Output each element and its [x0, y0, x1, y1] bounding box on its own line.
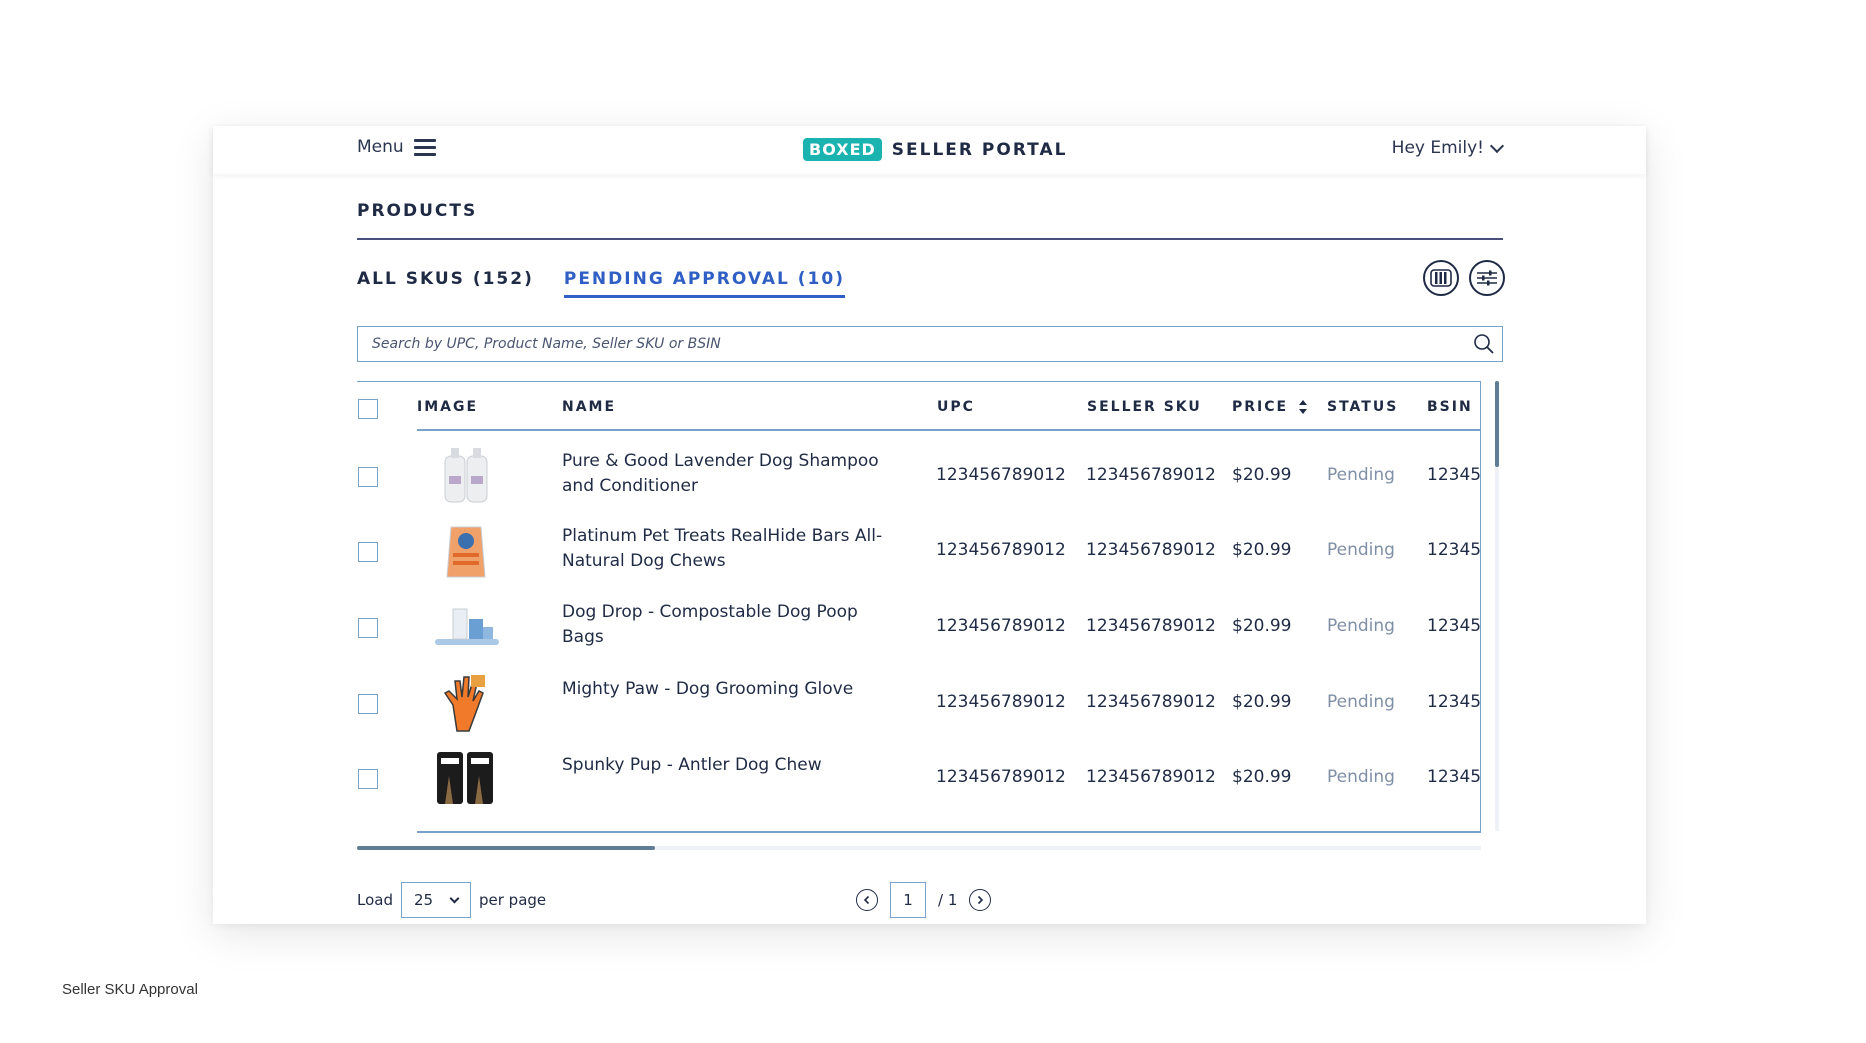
user-menu[interactable]: Hey Emily! [1391, 138, 1505, 158]
row-checkbox[interactable] [358, 542, 378, 562]
vertical-scrollbar[interactable] [1495, 381, 1499, 467]
search-input[interactable] [358, 327, 1466, 361]
price-value: $20.99 [1232, 540, 1292, 560]
price-value: $20.99 [1232, 465, 1292, 485]
upc-value: 123456789012 [936, 465, 1066, 485]
hamburger-icon [413, 139, 436, 156]
title-divider [357, 238, 1503, 240]
header-divider [417, 429, 1481, 431]
search-bar [357, 326, 1503, 362]
column-header-name[interactable]: NAME [562, 399, 616, 415]
upc-value: 123456789012 [936, 540, 1066, 560]
status-value: Pending [1327, 465, 1395, 485]
product-name[interactable]: Spunky Pup - Antler Dog Chew [562, 753, 902, 778]
product-name[interactable]: Mighty Paw - Dog Grooming Glove [562, 677, 902, 702]
price-value: $20.99 [1232, 616, 1292, 636]
per-page-value: 25 [413, 891, 434, 909]
tab-all-skus[interactable]: ALL SKUS (152) [357, 269, 534, 298]
treat-bag-image [446, 526, 486, 578]
bsin-value: 12345 [1427, 540, 1481, 560]
table-bottom-border [417, 831, 1481, 833]
app-window: Menu BOXED SELLER PORTAL Hey Emily! PROD… [213, 126, 1646, 924]
slide-caption: Seller SKU Approval [62, 981, 198, 998]
per-page-select[interactable]: 25 [400, 882, 471, 918]
seller-sku-value: 123456789012 [1086, 767, 1216, 787]
grooming-glove-image [443, 675, 485, 732]
antler-chew-image [437, 752, 493, 804]
sliders-icon [1477, 270, 1497, 286]
upc-value: 123456789012 [936, 616, 1066, 636]
status-value: Pending [1327, 540, 1395, 560]
chevron-down-icon [449, 893, 460, 903]
brand: BOXED SELLER PORTAL [803, 138, 1067, 161]
price-value: $20.99 [1232, 767, 1292, 787]
chevron-left-icon [863, 895, 870, 905]
select-all-checkbox[interactable] [358, 399, 378, 419]
product-name[interactable]: Platinum Pet Treats RealHide Bars All-Na… [562, 524, 902, 574]
filters-button[interactable] [1469, 260, 1505, 296]
per-page-control: Load 25 per page [357, 882, 546, 918]
top-bar: Menu BOXED SELLER PORTAL Hey Emily! [213, 126, 1646, 174]
column-header-upc[interactable]: UPC [937, 399, 975, 415]
status-value: Pending [1327, 767, 1395, 787]
search-icon[interactable] [1466, 326, 1502, 362]
user-greeting: Hey Emily! [1391, 138, 1484, 158]
bsin-value: 12345 [1427, 767, 1481, 787]
bsin-value: 12345 [1427, 692, 1481, 712]
tab-pending-approval[interactable]: PENDING APPROVAL (10) [563, 269, 845, 298]
seller-sku-value: 123456789012 [1086, 616, 1216, 636]
pagination: 1 / 1 [856, 882, 992, 918]
seller-sku-value: 123456789012 [1086, 465, 1216, 485]
tab-bar: ALL SKUS (152) PENDING APPROVAL (10) [357, 269, 845, 298]
brand-title: SELLER PORTAL [891, 139, 1068, 160]
prev-page-button[interactable] [856, 889, 878, 911]
per-page-label: per page [478, 891, 547, 909]
column-header-seller-sku[interactable]: SELLER SKU [1087, 399, 1202, 415]
seller-sku-value: 123456789012 [1086, 540, 1216, 560]
total-pages: / 1 [938, 891, 958, 909]
bsin-value: 12345 [1427, 465, 1481, 485]
chevron-down-icon [1489, 138, 1505, 153]
columns-button[interactable] [1423, 260, 1459, 296]
status-value: Pending [1327, 692, 1395, 712]
upc-value: 123456789012 [936, 692, 1066, 712]
column-header-image: IMAGE [417, 399, 479, 415]
row-checkbox[interactable] [358, 769, 378, 789]
poop-bags-image [435, 608, 499, 645]
columns-icon [1430, 269, 1452, 287]
bsin-value: 12345 [1427, 616, 1481, 636]
menu-label: Menu [357, 137, 404, 157]
shampoo-bottles-image [444, 448, 488, 503]
horizontal-scrollbar[interactable] [357, 846, 655, 850]
seller-sku-value: 123456789012 [1086, 692, 1216, 712]
row-checkbox[interactable] [358, 694, 378, 714]
row-checkbox[interactable] [358, 467, 378, 487]
row-checkbox[interactable] [358, 618, 378, 638]
menu-button[interactable]: Menu [357, 137, 436, 157]
product-name[interactable]: Pure & Good Lavender Dog Shampoo and Con… [562, 449, 902, 499]
load-label: Load [357, 891, 393, 909]
chevron-right-icon [978, 895, 984, 905]
next-page-button[interactable] [969, 889, 992, 911]
price-value: $20.99 [1232, 692, 1292, 712]
sort-icon[interactable] [1298, 400, 1307, 414]
upc-value: 123456789012 [936, 767, 1066, 787]
status-value: Pending [1327, 616, 1395, 636]
page-number-input[interactable]: 1 [890, 882, 926, 918]
column-header-bsin[interactable]: BSIN [1427, 399, 1473, 415]
product-name[interactable]: Dog Drop - Compostable Dog Poop Bags [562, 600, 902, 650]
products-table [357, 381, 1481, 831]
page-title: PRODUCTS [357, 201, 478, 221]
brand-logo: BOXED [803, 138, 882, 161]
column-header-price-wrap[interactable]: PRICE [1232, 399, 1307, 415]
column-header-status[interactable]: STATUS [1327, 399, 1398, 415]
column-header-price: PRICE [1232, 399, 1289, 415]
